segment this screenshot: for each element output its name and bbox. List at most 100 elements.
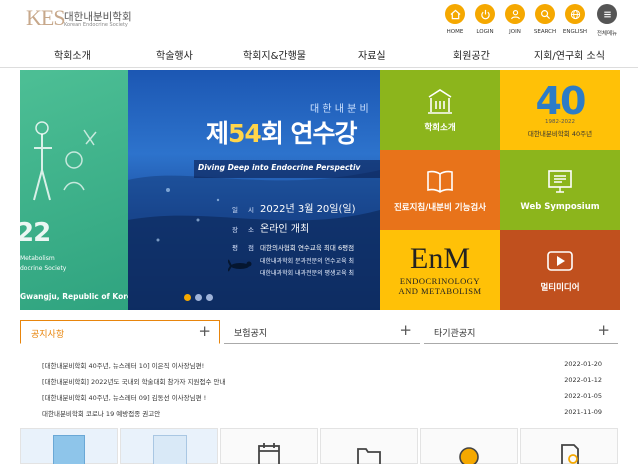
anniversary-logo: 40 (535, 78, 587, 123)
book-icon (427, 170, 453, 193)
nav-item-archive[interactable]: 자료실 (358, 47, 386, 62)
tile-guidelines[interactable]: 진료지침/내분비 기능검사 (380, 150, 500, 230)
diver-illustration (228, 259, 252, 272)
notice-title[interactable]: [대한내분비학회 40주년, 뉴스레터 09] 김동선 이사장님편 ! (42, 392, 206, 402)
tab-label: 공지사항 (31, 330, 65, 340)
header: KES 대한내분비학회 Korean Endocrine Society HOM… (0, 0, 638, 40)
logo-english-name: Korean Endocrine Society (64, 22, 128, 28)
quick-link-search[interactable]: SEARCH (530, 4, 560, 35)
list-item[interactable]: [대한내분비학회] 2022년도 국내외 학술대회 참가자 지원접수 안내 20… (42, 376, 602, 388)
illustration-figures (33, 121, 97, 201)
slide-dot-1[interactable] (184, 294, 191, 301)
tile-label: 진료지침/내분비 기능검사 (393, 203, 487, 213)
tile-40th-anniversary[interactable]: 40 1982-2022 대한내분비학회 40주년 (500, 70, 620, 150)
enm-subtitle: ENDOCRINOLOGY AND METABOLISM (398, 276, 482, 296)
more-plus-icon[interactable]: + (597, 321, 610, 339)
anniversary-caption: 대한내분비학회 40주년 (527, 129, 593, 138)
logo-mark: KES (26, 5, 66, 30)
hero-title: 제54회 연수강 (206, 119, 358, 148)
hero-tagline: Diving Deep into Endocrine Perspectiv (198, 163, 361, 172)
home-icon (445, 4, 465, 24)
quick-link-label: LOGIN (476, 29, 494, 35)
tile-multimedia[interactable]: 멀티미디어 (500, 230, 620, 310)
quick-link-label: SEARCH (533, 29, 557, 35)
hero-left-text: docrine Society (20, 265, 67, 272)
tab-label: 보험공지 (234, 329, 268, 339)
hero-slide-current[interactable]: 대 한 내 분 비 제54회 연수강 Diving Deep into Endo… (128, 70, 380, 310)
document-icon (561, 444, 579, 464)
tab-insurance-notice[interactable]: 보험공지 + (224, 320, 420, 344)
nav-item-members[interactable]: 회원공간 (453, 47, 490, 62)
hero-place: 온라인 개최 (260, 224, 310, 235)
hero-left-text: Metabolism (20, 255, 55, 262)
main-nav: 학회소개 학술행사 학회지&간행물 자료실 회원공간 지회/연구회 소식 (0, 40, 638, 68)
banner-document[interactable] (520, 428, 618, 464)
list-item[interactable]: [대한내분비학회 40주년, 뉴스레터 09] 김동선 이사장님편 ! 2022… (42, 392, 602, 404)
tab-other-notice[interactable]: 타기관공지 + (424, 320, 618, 344)
journal-cover-image (153, 435, 187, 464)
slide-indicator (184, 294, 213, 301)
more-plus-icon[interactable]: + (198, 322, 211, 340)
menu-icon (597, 4, 617, 24)
hero-subtitle: 대 한 내 분 비 (310, 104, 369, 115)
user-icon (505, 4, 525, 24)
globe-icon (565, 4, 585, 24)
journal-cover-image (53, 435, 85, 464)
nav-item-branches[interactable]: 지회/연구회 소식 (534, 47, 605, 62)
monitor-icon (548, 170, 572, 193)
building-icon (428, 89, 452, 114)
hero-points-row: 평 점 대한의사협회 연수교육 최대 6평점 (232, 244, 355, 252)
search-icon (535, 4, 555, 24)
anniversary-years: 1982-2022 (545, 118, 575, 125)
banner-globe[interactable] (420, 428, 518, 464)
quick-link-english[interactable]: ENGLISH (560, 4, 590, 35)
hero-place-row: 장 소 온라인 개최 (232, 224, 310, 235)
quick-link-label: HOME (446, 29, 464, 35)
quick-link-join[interactable]: JOIN (500, 4, 530, 35)
nav-item-events[interactable]: 학술행사 (156, 47, 193, 62)
tile-web-symposium[interactable]: Web Symposium (500, 150, 620, 230)
tile-label: 멀티미디어 (540, 283, 580, 293)
calendar-icon (258, 443, 280, 464)
slide-dot-2[interactable] (195, 294, 202, 301)
nav-item-about[interactable]: 학회소개 (54, 47, 91, 62)
more-plus-icon[interactable]: + (399, 321, 412, 339)
power-icon (475, 4, 495, 24)
banner-journal-cover-1[interactable] (20, 428, 118, 464)
notice-title[interactable]: [대한내분비학회 40주년, 뉴스레터 10] 이은직 이사장님편! (42, 360, 204, 370)
hero-point: 대한내과학회 내과전문의 평생교육 최 (260, 270, 355, 277)
hero-left-location: Gwangju, Republic of Korea (20, 292, 128, 301)
quick-link-label: JOIN (509, 29, 521, 35)
hero-date-row: 일 시 2022년 3월 20일(일) (232, 204, 356, 215)
notice-title[interactable]: [대한내분비학회] 2022년도 국내외 학술대회 참가자 지원접수 안내 (42, 376, 226, 386)
notice-date: 2022-01-12 (564, 376, 602, 384)
notice-title[interactable]: 대한내분비학회 코로나 19 예방접종 권고안 (42, 408, 160, 418)
tab-notice[interactable]: 공지사항 + (20, 320, 220, 344)
quick-link-label: ENGLISH (562, 29, 588, 35)
list-item[interactable]: [대한내분비학회 40주년, 뉴스레터 10] 이은직 이사장님편! 2022-… (42, 360, 602, 372)
play-icon (547, 251, 573, 271)
nav-item-journals[interactable]: 학회지&간행물 (243, 47, 306, 62)
slide-dot-3[interactable] (206, 294, 213, 301)
banner-folder[interactable] (320, 428, 418, 464)
tile-label: 학회소개 (424, 123, 456, 133)
banner-calendar[interactable] (220, 428, 318, 464)
list-item[interactable]: 대한내분비학회 코로나 19 예방접종 권고안 2021-11-09 (42, 408, 602, 420)
quick-link-all-menu[interactable]: 전체메뉴 (592, 4, 622, 37)
tile-enm-journal[interactable]: EnM ENDOCRINOLOGY AND METABOLISM (380, 230, 500, 310)
notice-date: 2022-01-05 (564, 392, 602, 400)
quick-link-label: 전체메뉴 (596, 31, 618, 37)
quick-link-home[interactable]: HOME (440, 4, 470, 35)
notice-tabs: 공지사항 + 보험공지 + 타기관공지 + (20, 320, 618, 344)
hero-point: 대한내과학회 분과전문의 연수교육 최 (260, 258, 355, 265)
notice-date: 2021-11-09 (564, 408, 602, 416)
banner-journal-cover-2[interactable] (120, 428, 218, 464)
hero-slide-previous[interactable]: 22 Metabolism docrine Society Gwangju, R… (20, 70, 128, 310)
hero-left-year: 22 (20, 218, 51, 248)
globe-icon (459, 447, 479, 464)
hero-date: 2022년 3월 20일(일) (260, 204, 356, 215)
tab-label: 타기관공지 (434, 329, 476, 339)
tile-about[interactable]: 학회소개 (380, 70, 500, 150)
site-logo[interactable]: KES 대한내분비학회 Korean Endocrine Society (26, 6, 136, 32)
quick-link-login[interactable]: LOGIN (470, 4, 500, 35)
